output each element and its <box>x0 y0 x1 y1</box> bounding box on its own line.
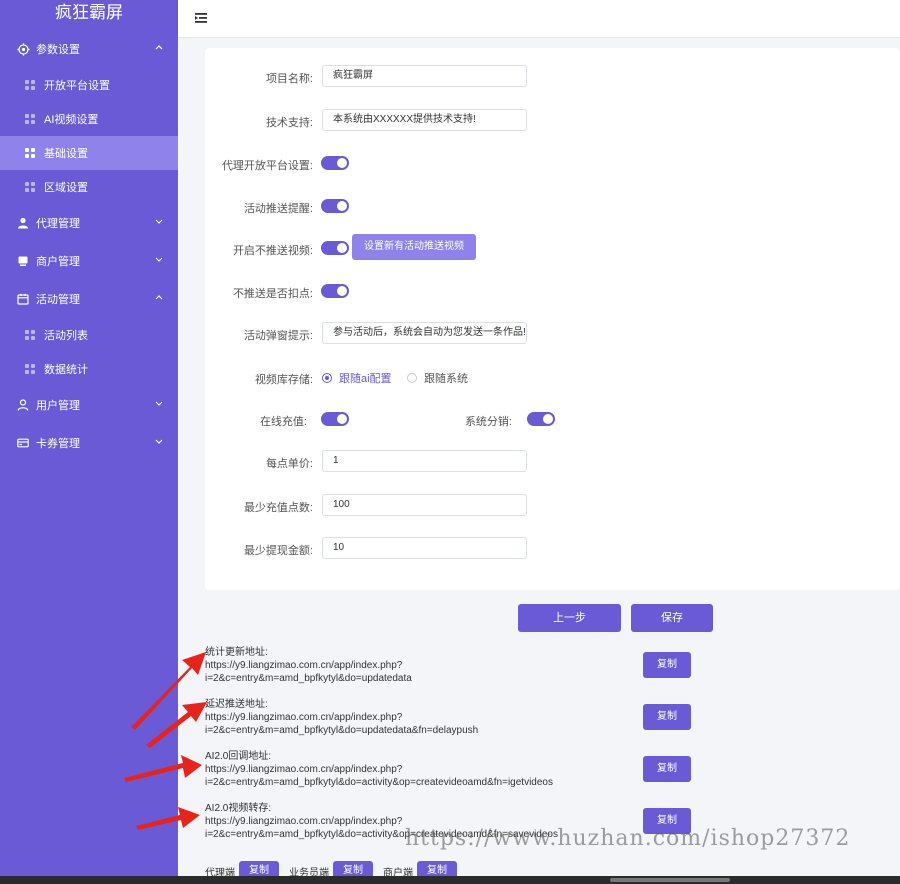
radio-dot <box>407 373 417 383</box>
grid-icon <box>25 330 35 340</box>
horizontal-scrollbar[interactable] <box>0 876 900 884</box>
copy-delay-url-button[interactable]: 复制 <box>643 704 691 730</box>
sidebar-group-coupons[interactable]: 卡券管理 <box>0 424 178 462</box>
sidebar-group-label: 卡券管理 <box>36 438 80 450</box>
url-title: 统计更新地址: <box>205 647 268 658</box>
sidebar-item-activity-list[interactable]: 活动列表 <box>0 318 178 352</box>
sidebar-item-label: 基础设置 <box>44 148 88 160</box>
chevron-down-icon <box>155 439 163 444</box>
store-icon <box>16 254 30 268</box>
chevron-down-icon <box>155 401 163 406</box>
no-push-deduct-switch[interactable] <box>321 284 349 298</box>
grid-icon <box>25 148 35 158</box>
grid-icon <box>25 182 35 192</box>
grid-icon <box>25 114 35 124</box>
user-icon <box>16 216 30 230</box>
sidebar-group-label: 活动管理 <box>36 294 80 306</box>
set-push-video-button[interactable]: 设置新有活动推送视频 <box>352 234 476 260</box>
tech-support-input[interactable]: 本系统由XXXXXX提供技术支持! <box>322 109 527 131</box>
url-block-delay-push: 延迟推送地址: https://y9.liangzimao.com.cn/app… <box>205 698 625 737</box>
copy-stats-url-button[interactable]: 复制 <box>643 652 691 678</box>
sidebar-item-region[interactable]: 区域设置 <box>0 170 178 204</box>
popup-tip-label: 活动弹窗提示: <box>243 330 313 342</box>
sidebar-item-open-platform[interactable]: 开放平台设置 <box>0 68 178 102</box>
min-withdraw-label: 最少提现金额: <box>243 545 313 557</box>
sidebar-group-label: 用户管理 <box>36 400 80 412</box>
sidebar-item-label: 数据统计 <box>44 364 88 376</box>
grid-icon <box>25 80 35 90</box>
min-recharge-input[interactable]: 100 <box>322 494 527 516</box>
video-storage-label: 视频库存储: <box>254 374 313 386</box>
grid-icon <box>25 364 35 374</box>
tech-support-label: 技术支持: <box>265 117 313 129</box>
url-line: i=2&c=entry&m=amd_bpfkytyl&do=activity&o… <box>205 777 553 788</box>
project-name-label: 项目名称: <box>265 73 313 85</box>
sidebar-group-label: 商户管理 <box>36 256 80 268</box>
sidebar-item-data-stats[interactable]: 数据统计 <box>0 352 178 386</box>
radio-label: 跟随ai配置 <box>339 373 392 385</box>
radio-follow-ai[interactable]: 跟随ai配置 <box>322 370 392 386</box>
sidebar-item-label: 活动列表 <box>44 330 88 342</box>
url-block-stats: 统计更新地址: https://y9.liangzimao.com.cn/app… <box>205 646 625 685</box>
url-line: i=2&c=entry&m=amd_bpfkytyl&do=updatedata <box>205 673 412 684</box>
sidebar-group-merchants[interactable]: 商户管理 <box>0 242 178 280</box>
activity-push-label: 活动推送提醒: <box>243 203 313 215</box>
url-title: AI2.0视频转存: <box>205 803 272 814</box>
sidebar-group-label: 代理管理 <box>36 218 80 230</box>
url-line: https://y9.liangzimao.com.cn/app/index.p… <box>205 660 403 671</box>
project-name-input[interactable]: 疯狂霸屏 <box>322 65 527 87</box>
min-withdraw-input[interactable]: 10 <box>322 537 527 559</box>
url-title: 延迟推送地址: <box>205 699 268 710</box>
sidebar-group-params[interactable]: 参数设置 <box>0 30 178 68</box>
sidebar-item-label: 区域设置 <box>44 182 88 194</box>
url-line: https://y9.liangzimao.com.cn/app/index.p… <box>205 712 403 723</box>
calendar-icon <box>16 292 30 306</box>
menu-toggle-icon[interactable] <box>194 11 208 25</box>
price-per-point-label: 每点单价: <box>265 458 313 470</box>
chevron-up-icon <box>155 45 163 50</box>
online-recharge-switch[interactable] <box>321 412 349 426</box>
sidebar-group-label: 参数设置 <box>36 44 80 56</box>
url-title: AI2.0回调地址: <box>205 751 272 762</box>
no-push-deduct-label: 不推送是否扣点: <box>232 288 313 300</box>
chevron-down-icon <box>155 219 163 224</box>
sidebar-group-activities[interactable]: 活动管理 <box>0 280 178 318</box>
copy-callback-url-button[interactable]: 复制 <box>643 756 691 782</box>
agent-platform-switch[interactable] <box>321 156 349 170</box>
prev-step-button[interactable]: 上一步 <box>518 604 621 632</box>
radio-dot <box>322 373 332 383</box>
url-line: https://y9.liangzimao.com.cn/app/index.p… <box>205 764 403 775</box>
agent-platform-label: 代理开放平台设置: <box>221 160 313 172</box>
no-push-video-label: 开启不推送视频: <box>232 245 313 257</box>
online-recharge-label: 在线充值: <box>259 416 307 428</box>
brand-title: 疯狂霸屏 <box>55 3 123 22</box>
price-per-point-input[interactable]: 1 <box>322 450 527 472</box>
radio-follow-system[interactable]: 跟随系统 <box>407 370 468 386</box>
system-distribution-switch[interactable] <box>527 412 555 426</box>
sidebar-item-label: AI视频设置 <box>44 114 99 126</box>
sidebar-group-users[interactable]: 用户管理 <box>0 386 178 424</box>
min-recharge-label: 最少充值点数: <box>243 502 313 514</box>
watermark-text: https://www.huzhan.com/ishop27372 <box>405 826 851 851</box>
card-icon <box>16 436 30 450</box>
url-line: i=2&c=entry&m=amd_bpfkytyl&do=updatedata… <box>205 725 479 736</box>
sidebar-item-ai-video[interactable]: AI视频设置 <box>0 102 178 136</box>
gear-icon <box>16 42 30 56</box>
popup-tip-input[interactable]: 参与活动后，系统会自动为您发送一条作品! <box>322 322 527 344</box>
sidebar-group-agents[interactable]: 代理管理 <box>0 204 178 242</box>
system-distribution-label: 系统分销: <box>464 416 512 428</box>
sidebar-item-label: 开放平台设置 <box>44 80 110 92</box>
topbar <box>178 0 900 38</box>
scrollbar-thumb[interactable] <box>610 878 730 882</box>
url-block-ai-callback: AI2.0回调地址: https://y9.liangzimao.com.cn/… <box>205 750 625 789</box>
radio-label: 跟随系统 <box>424 373 468 385</box>
sidebar: 疯狂霸屏 参数设置 开放平台设置 AI视频设置 基础设置 区域设置 代理管理 商… <box>0 0 178 884</box>
no-push-video-switch[interactable] <box>321 241 349 255</box>
save-button[interactable]: 保存 <box>631 604 713 632</box>
person-icon <box>16 398 30 412</box>
activity-push-switch[interactable] <box>321 199 349 213</box>
sidebar-item-basic-settings[interactable]: 基础设置 <box>0 136 178 170</box>
